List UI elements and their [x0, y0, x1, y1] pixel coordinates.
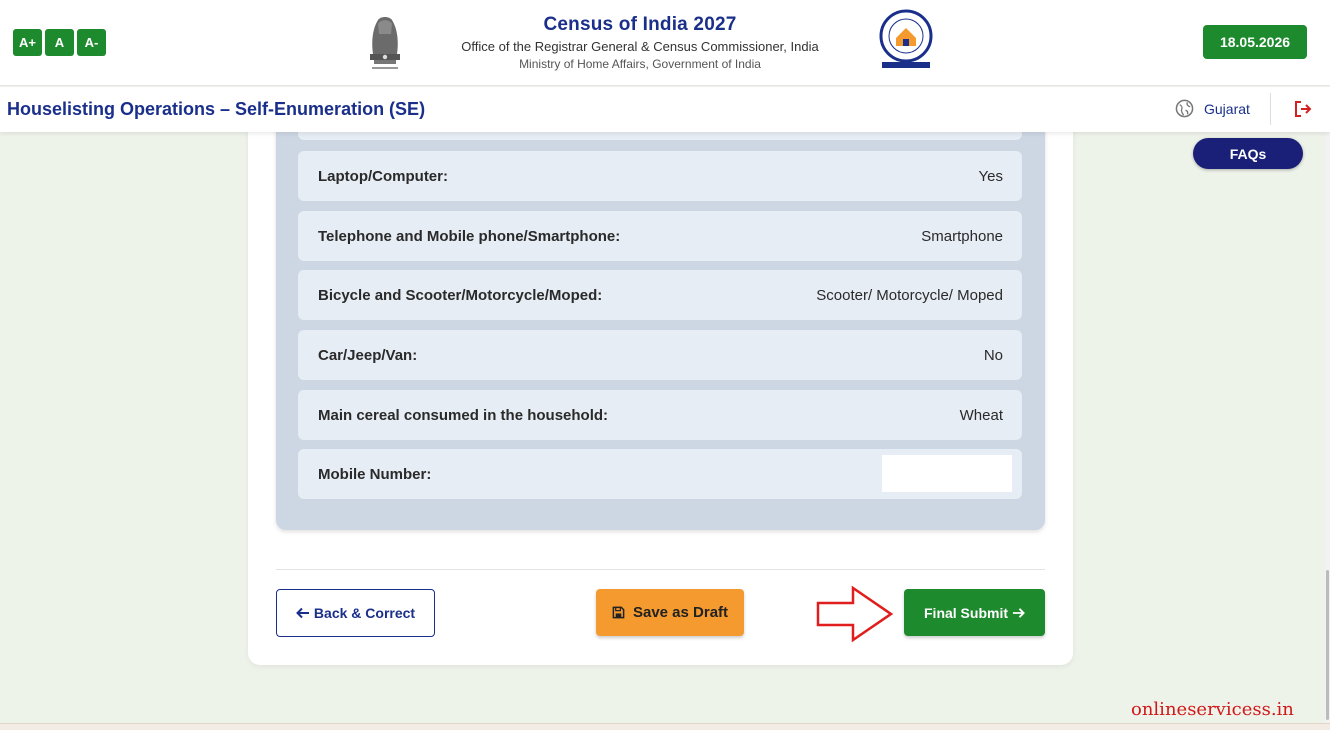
summary-row-laptop: Laptop/Computer: Yes: [298, 151, 1022, 201]
font-decrease-button[interactable]: A-: [77, 29, 106, 56]
font-increase-button[interactable]: A+: [13, 29, 42, 56]
row-label: Main cereal consumed in the household:: [318, 406, 609, 424]
summary-row-telephone: Telephone and Mobile phone/Smartphone: S…: [298, 211, 1022, 261]
row-value: Scooter/ Motorcycle/ Moped: [816, 286, 1003, 304]
summary-row-cereal: Main cereal consumed in the household: W…: [298, 390, 1022, 440]
summary-row-vehicle: Bicycle and Scooter/Motorcycle/Moped: Sc…: [298, 270, 1022, 320]
font-reset-button[interactable]: A: [45, 29, 74, 56]
page-title: Houselisting Operations – Self-Enumerati…: [7, 99, 426, 119]
final-label: Final Submit: [924, 604, 1008, 621]
row-label: Car/Jeep/Van:: [318, 346, 418, 364]
row-label: Laptop/Computer:: [318, 167, 448, 185]
national-emblem-logo: [370, 17, 400, 69]
summary-row-car: Car/Jeep/Van: No: [298, 330, 1022, 380]
row-value: Wheat: [959, 406, 1003, 424]
date-badge: 18.05.2026: [1203, 25, 1307, 59]
annotation-arrow-icon: [816, 585, 894, 643]
scrollbar-thumb[interactable]: [1326, 570, 1329, 720]
row-label: Mobile Number:: [318, 465, 432, 483]
actions-divider: [276, 569, 1045, 570]
globe-icon: [1175, 99, 1194, 118]
save-draft-button[interactable]: Save as Draft: [596, 589, 744, 636]
arrow-right-icon: [1012, 607, 1025, 618]
row-value: Smartphone: [921, 227, 1003, 245]
ministry-text: Ministry of Home Affairs, Government of …: [519, 57, 761, 71]
row-label: Telephone and Mobile phone/Smartphone:: [318, 227, 621, 245]
top-header: A+ A A- Census of India 2027 Office of t…: [0, 0, 1330, 86]
back-correct-button[interactable]: Back & Correct: [276, 589, 435, 637]
header-separator: [1270, 93, 1271, 125]
logout-icon[interactable]: [1293, 99, 1313, 119]
final-submit-button[interactable]: Final Submit: [904, 589, 1045, 636]
state-selector[interactable]: Gujarat: [1175, 99, 1250, 118]
back-label: Back & Correct: [313, 605, 416, 621]
font-size-controls: A+ A A-: [13, 29, 106, 56]
bottom-strip: [0, 723, 1330, 730]
faqs-button[interactable]: FAQs: [1193, 138, 1303, 169]
draft-label: Save as Draft: [632, 604, 729, 621]
header-title-block: Census of India 2027 Office of the Regis…: [420, 14, 860, 71]
sub-header: Houselisting Operations – Self-Enumerati…: [0, 87, 1330, 132]
row-value: Yes: [978, 167, 1003, 185]
watermark-text: onlineservicess.in: [1131, 699, 1294, 720]
row-value: No: [983, 346, 1003, 364]
mobile-number-redacted: [882, 455, 1012, 492]
site-subtitle: Office of the Registrar General & Census…: [461, 39, 819, 54]
floppy-disk-icon: [612, 606, 625, 619]
census-logo: [879, 9, 933, 68]
arrow-left-icon: [296, 607, 309, 619]
summary-row-mobile: Mobile Number:: [298, 449, 1022, 499]
row-label: Bicycle and Scooter/Motorcycle/Moped:: [318, 286, 603, 304]
site-title: Census of India 2027: [543, 14, 737, 35]
state-name: Gujarat: [1204, 100, 1250, 117]
